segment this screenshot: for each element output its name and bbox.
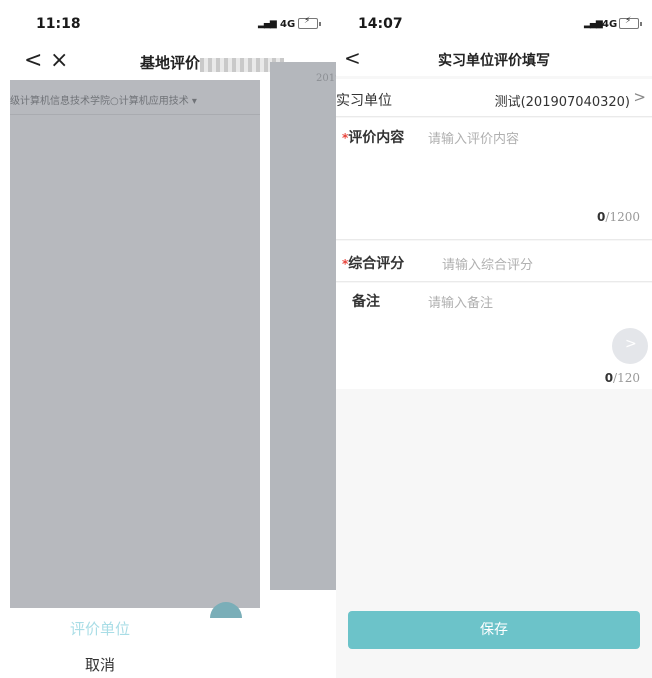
battery-icon: ⚡ — [619, 16, 642, 29]
score-label-text: 综合评分 — [348, 256, 405, 272]
remark-label: 备注 — [352, 294, 380, 310]
content-max: /1200 — [605, 210, 640, 224]
content-label-text: 评价内容 — [348, 130, 405, 146]
network-type: 4G — [602, 19, 618, 30]
content-counter: 0/1200 — [597, 210, 640, 224]
content-label: *评价内容 — [342, 127, 404, 147]
sheet-cancel-button[interactable]: 取消 — [0, 654, 200, 675]
unit-label: 实习单位 — [336, 93, 392, 109]
chevron-right-icon: > — [633, 88, 646, 106]
remark-field[interactable]: 备注 请输入备注 0/120 — [336, 283, 652, 389]
remark-counter: 0/120 — [605, 371, 640, 385]
major-filter[interactable]: 级计算机信息技术学院○计算机应用技术 ▾ — [10, 92, 197, 107]
status-bar: 11:18 ▂▄▆ 4G ⚡ — [0, 0, 336, 46]
score-label: *综合评分 — [342, 253, 404, 273]
background-code: 2019 — [316, 73, 336, 84]
remark-max: /120 — [613, 371, 640, 385]
back-icon[interactable]: < — [344, 46, 361, 70]
divider — [10, 114, 260, 115]
background-sheet — [270, 62, 336, 590]
score-placeholder[interactable]: 请输入综合评分 — [442, 254, 533, 273]
battery-icon: ⚡ — [298, 16, 321, 29]
remark-placeholder[interactable]: 请输入备注 — [428, 292, 493, 311]
network-type: 4G — [280, 19, 296, 30]
score-field[interactable]: *综合评分 请输入综合评分 — [336, 241, 652, 282]
status-time: 11:18 — [36, 16, 81, 32]
right-screen: 14:07 ▂▄▆ 4G ⚡ 实习单位评价填写 < 实习单位 测试(201907… — [336, 0, 652, 678]
content-field[interactable]: *评价内容 请输入评价内容 0/1200 — [336, 118, 652, 240]
status-time: 14:07 — [358, 16, 403, 32]
unit-row[interactable]: 实习单位 测试(201907040320) > — [336, 79, 652, 117]
chevron-right-icon: > — [625, 336, 637, 352]
close-icon[interactable]: × — [50, 48, 68, 73]
back-icon[interactable]: < — [24, 48, 42, 73]
content-placeholder[interactable]: 请输入评价内容 — [428, 128, 519, 147]
unit-value: 测试(201907040320) — [494, 95, 630, 110]
floating-button[interactable]: > — [612, 328, 648, 364]
page-title: 基地评价 — [140, 54, 201, 72]
header: 14:07 ▂▄▆ 4G ⚡ 实习单位评价填写 < — [336, 0, 652, 76]
sheet-option-evaluate-unit[interactable]: 评价单位 — [0, 618, 200, 639]
modal-overlay: 级计算机信息技术学院○计算机应用技术 ▾ — [10, 80, 260, 608]
signal-icon: ▂▄▆ — [584, 19, 603, 29]
remark-count: 0 — [604, 371, 614, 385]
save-button[interactable]: 保存 — [348, 611, 640, 649]
left-screen: 11:18 ▂▄▆ 4G ⚡ < × 基地评价 2019 级计算机信息技术学院○… — [0, 0, 336, 678]
signal-icon: ▂▄▆ — [258, 19, 277, 29]
screenshot-composite: 11:18 ▂▄▆ 4G ⚡ < × 基地评价 2019 级计算机信息技术学院○… — [0, 0, 652, 678]
page-title: 实习单位评价填写 — [438, 53, 550, 69]
